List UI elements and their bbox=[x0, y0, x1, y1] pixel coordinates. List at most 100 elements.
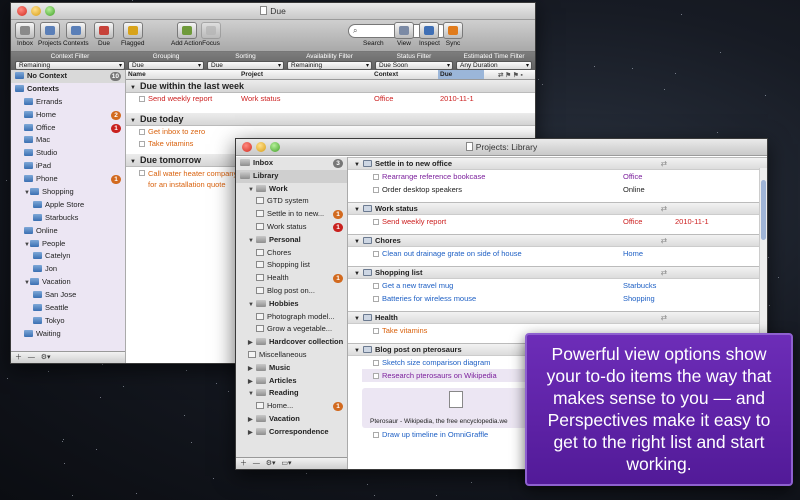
task-row[interactable]: Rearrange reference bookcase Office bbox=[348, 170, 767, 183]
toolbar-button-contexts[interactable]: Contexts bbox=[63, 22, 89, 47]
disclosure-triangle-icon[interactable]: ▼ bbox=[354, 271, 360, 277]
disclosure-triangle-icon[interactable]: ▼ bbox=[354, 207, 360, 213]
sidebar-item-shopping-list[interactable]: Shopping list bbox=[236, 259, 347, 272]
sidebar-item-errands[interactable]: Errands bbox=[11, 96, 125, 109]
sidebar-item-home[interactable]: Home 2 bbox=[11, 109, 125, 122]
filter-select[interactable]: Due bbox=[207, 61, 284, 70]
add-icon[interactable]: ＋ bbox=[15, 354, 22, 361]
disclosure-triangle-icon[interactable]: ▼ bbox=[354, 162, 360, 168]
task-name[interactable]: Batteries for wireless mouse bbox=[382, 292, 476, 305]
gear-icon[interactable]: ⚙▾ bbox=[41, 354, 51, 361]
task-checkbox[interactable] bbox=[139, 96, 145, 102]
task-checkbox[interactable] bbox=[373, 219, 379, 225]
task-checkbox[interactable] bbox=[373, 187, 379, 193]
filter-select[interactable]: Remaining bbox=[15, 61, 125, 70]
task-row[interactable]: Send weekly report Office 2010-11-1 bbox=[348, 215, 767, 228]
sidebar-item-chores[interactable]: Chores bbox=[236, 247, 347, 260]
sidebar-item-miscellaneous[interactable]: Miscellaneous bbox=[236, 349, 347, 362]
task-name[interactable]: Draw up timeline in OmniGraffle bbox=[382, 428, 488, 441]
project-header[interactable]: ▼ Chores ⇄ bbox=[348, 234, 767, 247]
filter-select[interactable]: Due bbox=[128, 61, 204, 70]
sidebar-item-shopping[interactable]: ▼ Shopping bbox=[11, 186, 125, 199]
group-header[interactable]: ▼ Due within the last week bbox=[126, 80, 535, 93]
sidebar-item-grow-a-vegetable[interactable]: Grow a vegetable... bbox=[236, 323, 347, 336]
sidebar-item-articles[interactable]: ▶ Articles bbox=[236, 375, 347, 388]
sidebar-item-vacation[interactable]: ▶ Vacation bbox=[236, 413, 347, 426]
sidebar-item-contexts[interactable]: Contexts bbox=[11, 83, 125, 96]
disclosure-triangle-icon[interactable]: ▼ bbox=[130, 118, 136, 124]
sidebar-item-hobbies[interactable]: ▼ Hobbies bbox=[236, 298, 347, 311]
add-icon[interactable]: ＋ bbox=[240, 460, 247, 467]
disclosure-triangle-icon[interactable]: ▼ bbox=[130, 85, 136, 91]
task-row[interactable]: Get a new travel mug Starbucks bbox=[348, 279, 767, 292]
task-name[interactable]: Sketch size comparison diagram bbox=[382, 356, 490, 369]
project-header[interactable]: ▼ Shopping list ⇄ bbox=[348, 266, 767, 279]
task-row[interactable]: Send weekly report Work status Office 2010-… bbox=[126, 93, 535, 105]
gear-icon[interactable]: ⚙▾ bbox=[266, 460, 276, 467]
col-due[interactable]: Due bbox=[438, 70, 484, 79]
filter-select[interactable]: Remaining bbox=[287, 61, 372, 70]
task-name[interactable]: Get inbox to zero bbox=[148, 126, 205, 138]
task-name[interactable]: Order desktop speakers bbox=[382, 183, 462, 196]
task-name[interactable]: Research pterosaurs on Wikipedia bbox=[382, 369, 497, 382]
sidebar-item-no-context[interactable]: No Context 10 bbox=[11, 70, 125, 83]
group-header[interactable]: ▼ Due today bbox=[126, 113, 535, 126]
project-header[interactable]: ▼ Health ⇄ bbox=[348, 311, 767, 324]
task-name[interactable]: Rearrange reference bookcase bbox=[382, 170, 485, 183]
task-name[interactable]: Get a new travel mug bbox=[382, 279, 453, 292]
sidebar-item-health[interactable]: Health 1 bbox=[236, 272, 347, 285]
sidebar-item-settle-in-to-new[interactable]: Settle in to new... 1 bbox=[236, 208, 347, 221]
toolbar-button-view[interactable]: View bbox=[394, 22, 414, 47]
project-header[interactable]: ▼ Settle in to new office ⇄ bbox=[348, 157, 767, 170]
toolbar-button-projects[interactable]: Projects bbox=[38, 22, 61, 47]
disclosure-triangle-icon[interactable]: ▼ bbox=[354, 316, 360, 322]
task-checkbox[interactable] bbox=[373, 432, 379, 438]
sidebar-item-people[interactable]: ▼ People bbox=[11, 238, 125, 251]
toolbar-button-due[interactable]: Due bbox=[94, 22, 114, 47]
col-context[interactable]: Context bbox=[374, 71, 398, 78]
task-name[interactable]: Send weekly report bbox=[382, 215, 446, 228]
col-project[interactable]: Project bbox=[241, 71, 263, 78]
sidebar-item-music[interactable]: ▶ Music bbox=[236, 362, 347, 375]
sidebar-item-work-status[interactable]: Work status 1 bbox=[236, 221, 347, 234]
sidebar-item-tokyo[interactable]: Tokyo bbox=[11, 315, 125, 328]
task-row[interactable]: Research pterosaurs on Wikipedia bbox=[362, 369, 537, 382]
task-name[interactable]: Call water heater company for an install… bbox=[148, 168, 240, 190]
sidebar-item-ipad[interactable]: iPad bbox=[11, 160, 125, 173]
toolbar-button-inspect[interactable]: Inspect bbox=[419, 22, 440, 47]
sidebar-item-photograph-model[interactable]: Photograph model... bbox=[236, 311, 347, 324]
disclosure-triangle-icon[interactable]: ▼ bbox=[130, 159, 136, 165]
sidebar-item-vacation[interactable]: ▼ Vacation bbox=[11, 276, 125, 289]
sidebar-item-mac[interactable]: Mac bbox=[11, 134, 125, 147]
task-row[interactable]: Batteries for wireless mouse Shopping bbox=[348, 292, 767, 305]
task-row[interactable]: Get inbox to zero bbox=[126, 126, 535, 138]
sidebar-item-hardcover-collection[interactable]: ▶ Hardcover collection bbox=[236, 336, 347, 349]
task-checkbox[interactable] bbox=[139, 129, 145, 135]
scroll-thumb[interactable] bbox=[761, 180, 766, 240]
sidebar-item-library[interactable]: Library bbox=[236, 169, 347, 183]
task-name[interactable]: Take vitamins bbox=[148, 138, 193, 150]
sidebar-item-studio[interactable]: Studio bbox=[11, 147, 125, 160]
task-name[interactable]: Take vitamins bbox=[382, 324, 427, 337]
sidebar-item-san-jose[interactable]: San Jose bbox=[11, 289, 125, 302]
sidebar-item-correspondence[interactable]: ▶ Correspondence bbox=[236, 426, 347, 439]
toolbar-button-focus[interactable]: Focus bbox=[201, 22, 221, 47]
filter-select[interactable]: Any Duration bbox=[456, 61, 532, 70]
task-row[interactable]: Order desktop speakers Online bbox=[348, 183, 767, 196]
sidebar-item-office[interactable]: Office 1 bbox=[11, 122, 125, 135]
sidebar-item-blog-post-on[interactable]: Blog post on... bbox=[236, 285, 347, 298]
toolbar-button-add-action[interactable]: Add Action bbox=[171, 22, 202, 47]
toolbar-button-sync[interactable]: Sync bbox=[443, 22, 463, 47]
task-checkbox[interactable] bbox=[373, 251, 379, 257]
sidebar-item-personal[interactable]: ▼ Personal bbox=[236, 234, 347, 247]
filter-select[interactable]: Due Soon bbox=[375, 61, 453, 70]
remove-icon[interactable]: — bbox=[253, 460, 260, 467]
task-checkbox[interactable] bbox=[373, 360, 379, 366]
disclosure-triangle-icon[interactable]: ▶ bbox=[248, 427, 256, 440]
sidebar-item-apple-store[interactable]: Apple Store bbox=[11, 199, 125, 212]
task-name[interactable]: Clean out drainage grate on side of hous… bbox=[382, 247, 522, 260]
disclosure-triangle-icon[interactable]: ▼ bbox=[354, 348, 360, 354]
sidebar-item-home[interactable]: Home... 1 bbox=[236, 400, 347, 413]
col-name[interactable]: Name bbox=[128, 71, 146, 78]
task-checkbox[interactable] bbox=[373, 174, 379, 180]
